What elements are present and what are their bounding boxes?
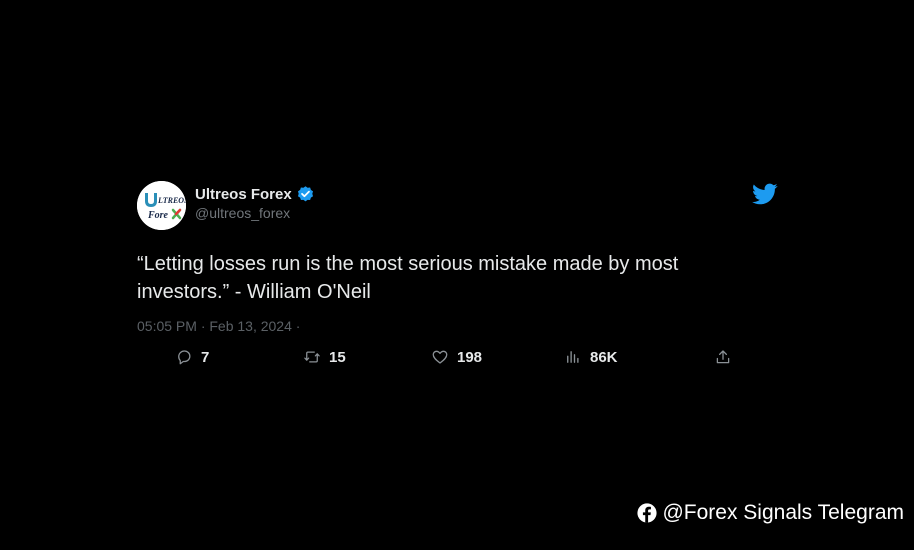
retweet-button[interactable]: 15 <box>303 346 346 368</box>
views-count: 86K <box>590 348 618 366</box>
like-button[interactable]: 198 <box>431 346 482 368</box>
retweet-icon <box>304 351 320 363</box>
watermark-text: @Forex Signals Telegram <box>662 501 904 524</box>
logo-line2: Fore <box>147 210 169 221</box>
heart-icon <box>432 350 448 364</box>
share-icon <box>716 350 730 364</box>
tweet-actions: 7 15 198 86K <box>175 346 735 368</box>
reply-count: 7 <box>201 348 210 366</box>
views-button[interactable]: 86K <box>564 346 618 368</box>
like-count: 198 <box>457 348 483 366</box>
ultreos-forex-logo: LTREOS Fore <box>137 181 186 230</box>
author-name-row[interactable]: Ultreos Forex <box>195 184 315 204</box>
views-chart-icon <box>567 351 579 363</box>
tweet-card[interactable]: LTREOS Fore Ultreos Forex @ultreos_forex… <box>137 180 782 380</box>
share-button[interactable] <box>714 346 732 368</box>
facebook-icon <box>637 503 658 523</box>
retweet-count: 15 <box>329 348 346 366</box>
author-handle[interactable]: @ultreos_forex <box>195 205 290 221</box>
twitter-bird-icon[interactable] <box>752 181 778 207</box>
logo-line1: LTREOS <box>157 196 186 205</box>
author-display-name[interactable]: Ultreos Forex <box>195 186 292 203</box>
avatar[interactable]: LTREOS Fore <box>137 181 186 230</box>
verified-badge-icon <box>297 185 313 201</box>
reply-icon <box>178 350 191 365</box>
watermark: @Forex Signals Telegram <box>637 501 904 525</box>
tweet-text: “Letting losses run is the most serious … <box>137 253 679 303</box>
reply-button[interactable]: 7 <box>175 346 209 368</box>
tweet-timestamp[interactable]: 05:05 PM · Feb 13, 2024 · <box>137 318 300 334</box>
